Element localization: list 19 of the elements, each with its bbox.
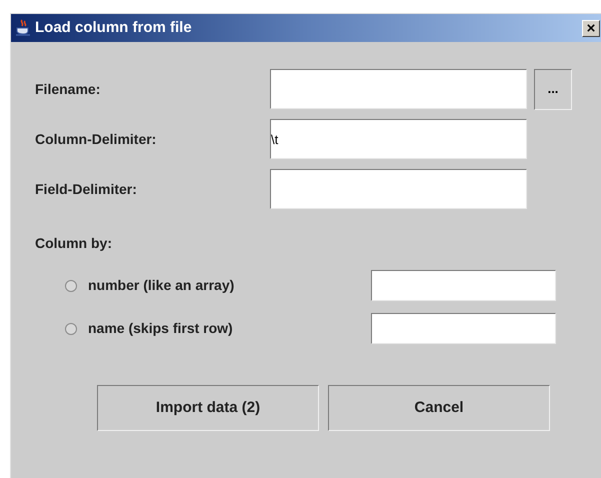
field-label: Field-Delimiter:: [35, 180, 138, 198]
radio-label: number (like an array): [88, 276, 234, 295]
browse-button[interactable]: ...: [534, 68, 572, 110]
text-field[interactable]: \t: [270, 119, 527, 159]
dialog-button[interactable]: Cancel: [328, 385, 550, 431]
window-title: Load column from file: [35, 18, 192, 38]
field-label: Column-Delimiter:: [35, 130, 158, 148]
text-field[interactable]: [270, 69, 527, 109]
radio-button[interactable]: [65, 280, 77, 292]
section-label: Column by:: [35, 234, 113, 253]
radio-label: name (skips first row): [88, 319, 233, 338]
field-label: Filename:: [35, 80, 102, 98]
radio-button[interactable]: [65, 322, 77, 334]
close-button[interactable]: ×: [582, 20, 600, 36]
text-field[interactable]: [270, 169, 527, 209]
coffee-cup-icon: [15, 19, 31, 37]
dialog-button[interactable]: Import data (2): [97, 385, 319, 431]
text-field[interactable]: [371, 270, 556, 301]
text-field[interactable]: [371, 313, 556, 344]
